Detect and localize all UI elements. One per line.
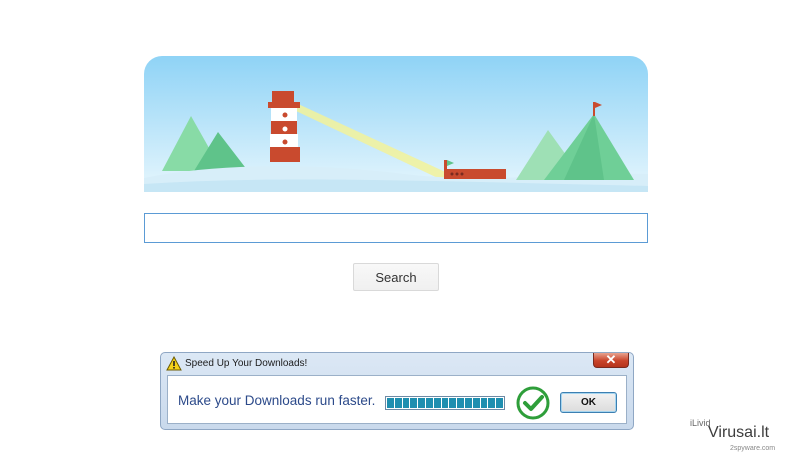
progress-segment [425, 398, 433, 408]
lighthouse-scene-image [144, 56, 648, 192]
progress-segment [433, 398, 441, 408]
popup-message: Make your Downloads run faster. [178, 393, 376, 408]
progress-segment [488, 398, 496, 408]
watermark-subtext: 2spyware.com [730, 445, 776, 452]
progress-segment [441, 398, 449, 408]
progress-segment [496, 398, 503, 408]
progress-segment [480, 398, 488, 408]
watermark-logo-text: Virusai.lt [708, 424, 770, 441]
progress-segment [464, 398, 472, 408]
close-button[interactable]: ✕ [593, 353, 629, 368]
search-input[interactable] [144, 213, 648, 243]
speed-up-popup-window: Speed Up Your Downloads! ✕ Make your Dow… [160, 352, 634, 430]
popup-titlebar[interactable]: Speed Up Your Downloads! ✕ [161, 353, 633, 375]
watermark: iLivid Virusai.lt 2spyware.com [690, 418, 785, 458]
banner-illustration [144, 56, 648, 192]
progress-segment [472, 398, 480, 408]
progress-bar [385, 396, 505, 410]
progress-segment [402, 398, 410, 408]
warning-icon [166, 356, 182, 371]
popup-body: Make your Downloads run faster. OK [167, 375, 627, 424]
progress-segment [410, 398, 418, 408]
ok-button[interactable]: OK [560, 392, 617, 413]
progress-segment [457, 398, 464, 408]
progress-segment [387, 398, 394, 408]
checkmark-icon [516, 386, 550, 420]
search-button[interactable]: Search [353, 263, 439, 291]
progress-segment [418, 398, 425, 408]
progress-segment [449, 398, 457, 408]
progress-segment [394, 398, 402, 408]
popup-title: Speed Up Your Downloads! [185, 358, 308, 369]
